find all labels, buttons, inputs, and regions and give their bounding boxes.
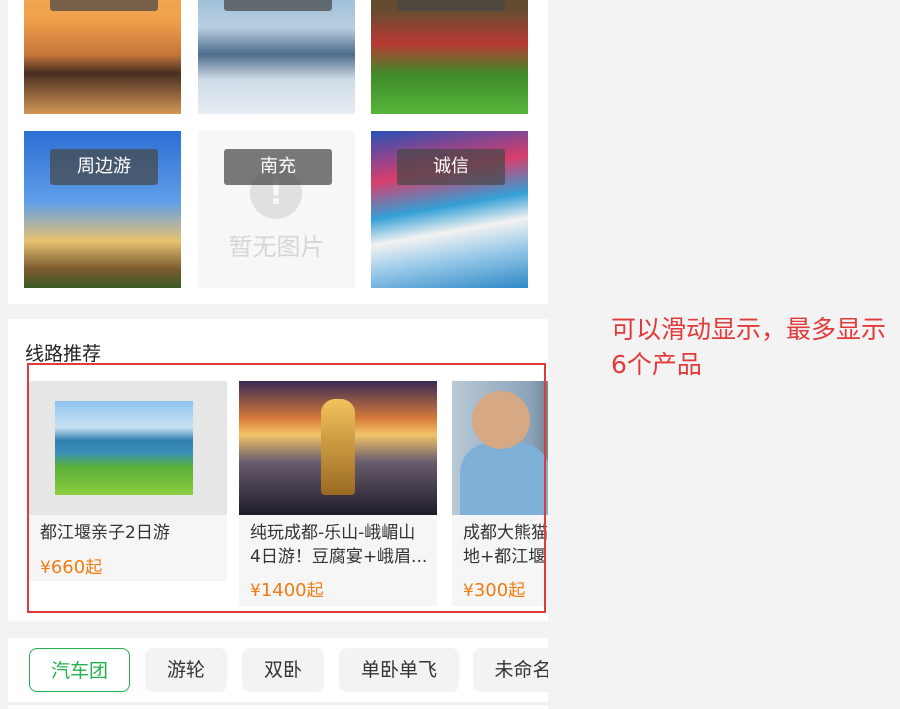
mobile-page: 超值游 出境游 全国 周边游 ! 暂无图片 南充 诚信 线路推荐 bbox=[8, 0, 548, 709]
destination-photo bbox=[24, 0, 181, 114]
product-card[interactable]: 纯玩成都-乐山-峨嵋山 4日游！豆腐宴+峨眉... ¥1400起 bbox=[239, 381, 437, 606]
product-price: ¥660起 bbox=[40, 557, 103, 578]
tab-qichetuan[interactable]: 汽车团 bbox=[29, 648, 130, 692]
product-carousel[interactable]: 都江堰亲子2日游 ¥660起 纯玩成都-乐山-峨嵋山 4日游！豆腐宴+峨眉...… bbox=[8, 381, 548, 621]
product-name: 纯玩成都-乐山-峨嵋山 4日游！豆腐宴+峨眉... bbox=[250, 523, 428, 567]
destination-photo bbox=[198, 0, 355, 114]
product-image bbox=[239, 381, 437, 515]
product-price: ¥300起 bbox=[463, 580, 526, 601]
product-image bbox=[29, 381, 227, 515]
destination-tile-chujingyou[interactable]: 出境游 bbox=[198, 0, 355, 114]
destination-tile-chengxin[interactable]: 诚信 bbox=[371, 131, 528, 288]
destination-label: 南充 bbox=[224, 149, 332, 185]
destination-tile-quanguo[interactable]: 全国 bbox=[371, 0, 528, 114]
destination-tile-chaozhiyou[interactable]: 超值游 bbox=[24, 0, 181, 114]
category-tabs: 汽车团 游轮 双卧 单卧单飞 未命名 bbox=[8, 638, 548, 709]
product-card[interactable]: 成都大熊猫 地+都江堰 ¥300起 bbox=[452, 381, 548, 606]
product-image bbox=[452, 381, 548, 515]
destination-label: 出境游 bbox=[224, 0, 332, 11]
destination-grid: 超值游 出境游 全国 周边游 ! 暂无图片 南充 诚信 bbox=[8, 0, 548, 304]
destination-label: 全国 bbox=[397, 0, 505, 11]
route-recommend-section: 线路推荐 都江堰亲子2日游 ¥660起 纯玩成都-乐山-峨嵋山 4日游！豆腐宴+… bbox=[8, 319, 548, 621]
divider bbox=[8, 702, 548, 705]
product-name: 成都大熊猫 地+都江堰 bbox=[463, 523, 548, 567]
product-price: ¥1400起 bbox=[250, 580, 324, 601]
destination-label: 超值游 bbox=[50, 0, 158, 11]
destination-label: 诚信 bbox=[397, 149, 505, 185]
tab-shuangwo[interactable]: 双卧 bbox=[242, 648, 324, 692]
tab-weimingming[interactable]: 未命名 bbox=[473, 648, 548, 692]
destination-photo bbox=[371, 0, 528, 114]
no-image-text: 暂无图片 bbox=[228, 233, 325, 261]
destination-tile-nanchong[interactable]: ! 暂无图片 南充 bbox=[198, 131, 355, 288]
tab-danwodanfei[interactable]: 单卧单飞 bbox=[339, 648, 459, 692]
destination-label: 周边游 bbox=[50, 149, 158, 185]
tab-youlun[interactable]: 游轮 bbox=[145, 648, 227, 692]
annotation-note: 可以滑动显示，最多显示6个产品 bbox=[611, 315, 887, 379]
product-card[interactable]: 都江堰亲子2日游 ¥660起 bbox=[29, 381, 227, 581]
destination-tile-zhoubianyou[interactable]: 周边游 bbox=[24, 131, 181, 288]
product-name: 都江堰亲子2日游 bbox=[40, 523, 170, 543]
section-title: 线路推荐 bbox=[25, 343, 102, 365]
